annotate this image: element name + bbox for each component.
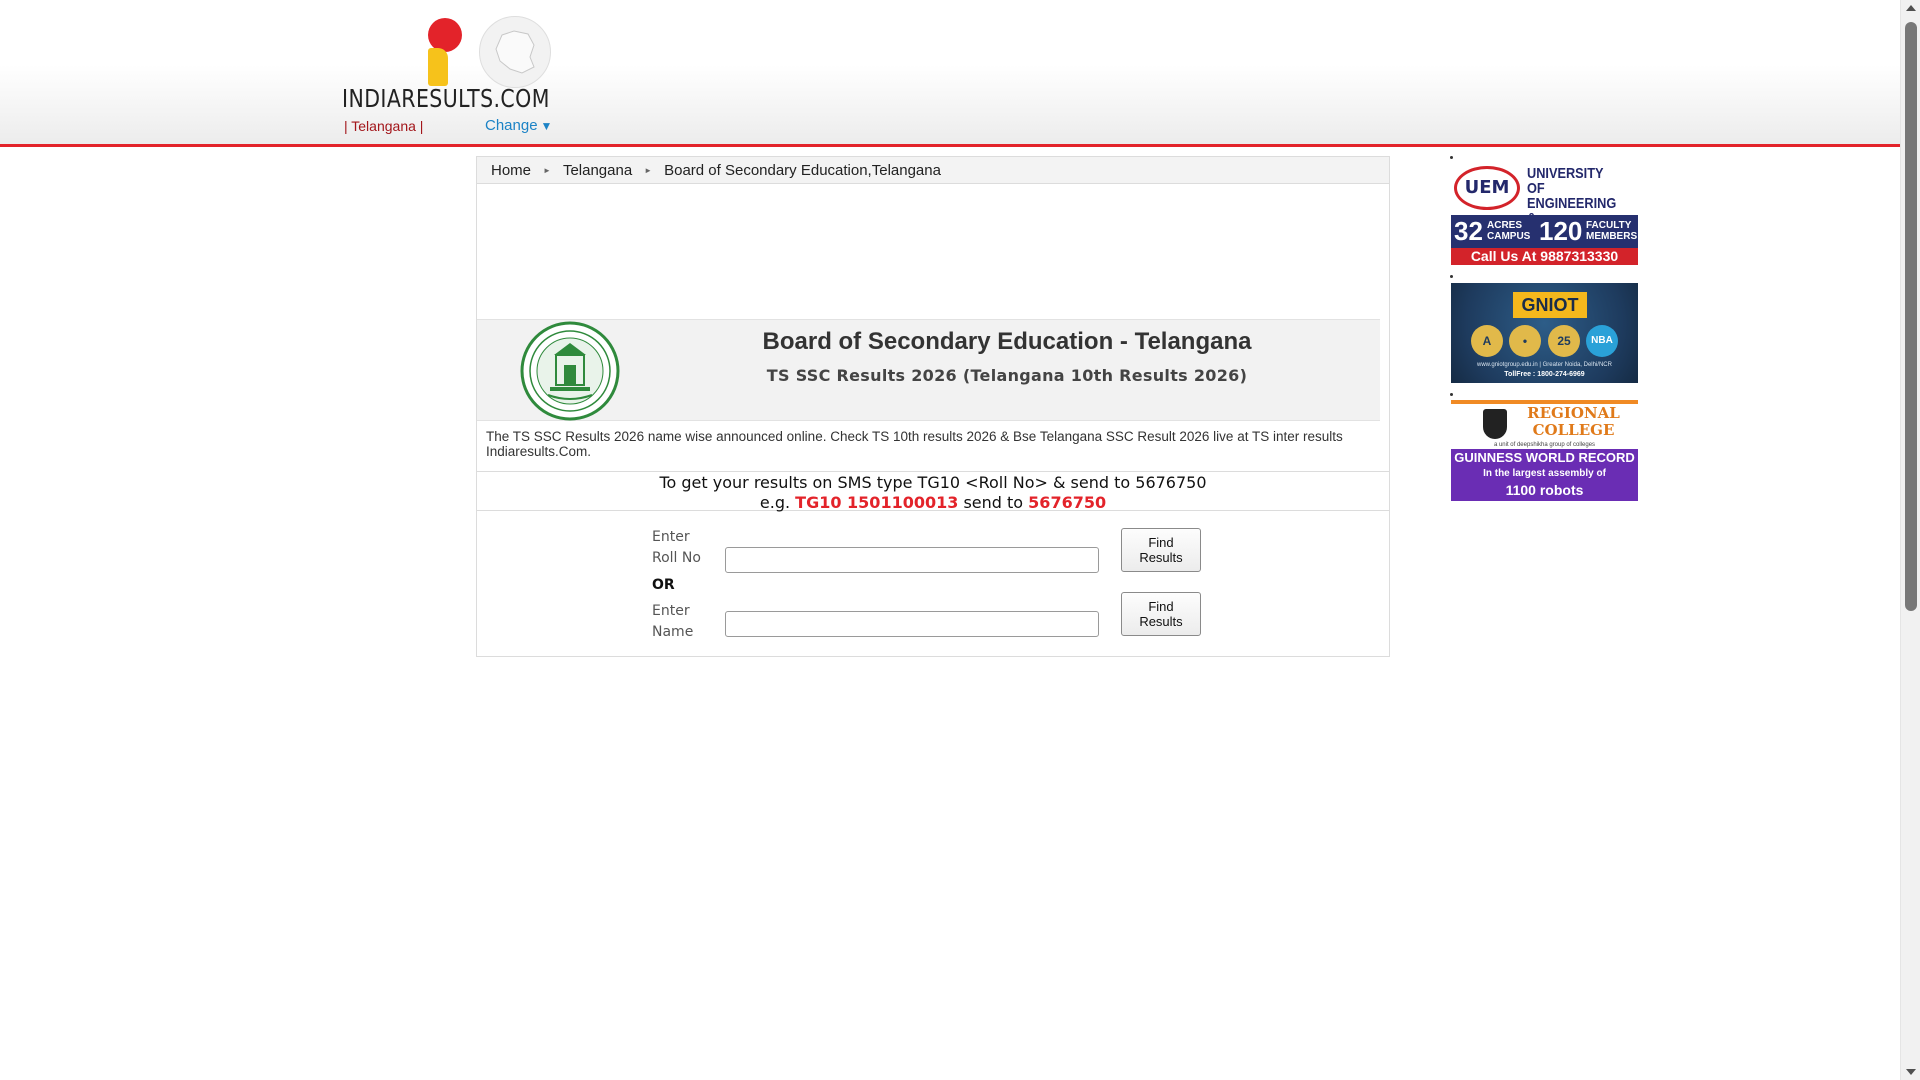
uem-stats: 32 ACRES CAMPUS 120 FACULTY MEMBERS: [1451, 215, 1638, 248]
board-title: Board of Secondary Education - Telangana: [762, 328, 1252, 355]
breadcrumb: Home ► Telangana ► Board of Secondary Ed…: [477, 157, 1389, 184]
logo-figure-icon: [428, 18, 468, 88]
ad-placeholder: [477, 184, 1389, 319]
caret-down-icon: ▼: [540, 119, 553, 133]
page-scrollbar[interactable]: [1900, 0, 1920, 1080]
telangana-map-icon: [479, 16, 551, 88]
chevron-right-icon: ►: [644, 165, 653, 175]
name-label: Enter Name: [652, 603, 694, 640]
telangana-emblem-icon: [520, 321, 620, 421]
scrollbar-thumb[interactable]: [1905, 22, 1917, 611]
scroll-up-icon[interactable]: [1906, 5, 1916, 11]
site-logo[interactable]: INDIARESULTS.COM: [342, 16, 562, 114]
search-form: Enter Roll No Find Results OR Enter Name…: [477, 511, 1389, 657]
gniot-website: www.gniotgroup.edu.in | Greater Noida, D…: [1477, 362, 1612, 368]
board-subtitle: TS SSC Results 2026 (Telangana 10th Resu…: [766, 366, 1248, 385]
sms-line: To get your results on SMS type TG10 <Ro…: [659, 473, 1207, 492]
find-by-name-button[interactable]: Find Results: [1121, 592, 1201, 636]
uem-ad-banner[interactable]: UEM UNIVERSITY OF ENGINEERING & MANAGEME…: [1451, 162, 1638, 265]
accreditation-badge-icon: •: [1509, 325, 1541, 357]
regional-college-name: REGIONAL COLLEGE: [1527, 404, 1620, 439]
roll-no-label: Enter Roll No: [652, 529, 701, 566]
breadcrumb-state[interactable]: Telangana: [563, 162, 632, 179]
uem-logo: UEM: [1454, 166, 1520, 210]
gniot-logo: GNIOT: [1513, 292, 1587, 318]
name-input[interactable]: [725, 611, 1099, 637]
scroll-down-icon[interactable]: [1906, 1069, 1916, 1075]
ad-bullet: [1450, 275, 1453, 278]
sms-example-number: 5676750: [1028, 493, 1107, 512]
gniot-ad-banner[interactable]: GNIOT A • 25 NBA www.gniotgroup.edu.in |…: [1451, 283, 1638, 383]
change-label: Change: [485, 117, 538, 134]
sms-example: e.g. TG10 1501100013 send to 5676750: [759, 493, 1107, 512]
breadcrumb-current: Board of Secondary Education,Telangana: [664, 161, 941, 179]
college-crest-icon: [1483, 409, 1507, 439]
anniversary-badge-icon: 25: [1548, 325, 1580, 357]
sms-instructions: To get your results on SMS type TG10 <Ro…: [477, 472, 1389, 512]
change-state-link[interactable]: Change ▼: [485, 117, 552, 134]
sms-example-code: TG10 1501100013: [795, 493, 959, 512]
accreditation-badge-icon: A: [1471, 325, 1503, 357]
ad-bullet: [1450, 156, 1453, 159]
uem-call-text: Call Us At 9887313330: [1451, 248, 1638, 265]
find-by-roll-button[interactable]: Find Results: [1121, 528, 1201, 572]
results-panel: Home ► Telangana ► Board of Secondary Ed…: [476, 156, 1390, 657]
results-description: The TS SSC Results 2026 name wise announ…: [477, 421, 1389, 472]
regional-college-tagline: a unit of deepshikha group of colleges: [1493, 442, 1596, 448]
board-header: Board of Secondary Education - Telangana…: [477, 319, 1380, 421]
ad-bullet: [1450, 393, 1453, 396]
regional-college-record: GUINNESS WORLD RECORD In the largest ass…: [1451, 449, 1638, 501]
site-header: INDIARESULTS.COM | Telangana | Change ▼: [0, 0, 1900, 147]
logo-wordmark: INDIARESULTS.COM: [342, 84, 550, 113]
current-state-label: | Telangana |: [344, 118, 424, 134]
chevron-right-icon: ►: [543, 165, 551, 175]
nba-badge-icon: NBA: [1586, 325, 1618, 357]
or-separator: OR: [652, 577, 675, 593]
roll-no-input[interactable]: [725, 547, 1099, 573]
gniot-tollfree: TollFree : 1800-274-6969: [1504, 371, 1585, 378]
regional-college-ad-banner[interactable]: REGIONAL COLLEGE a unit of deepshikha gr…: [1451, 400, 1638, 501]
breadcrumb-home[interactable]: Home: [491, 162, 531, 179]
